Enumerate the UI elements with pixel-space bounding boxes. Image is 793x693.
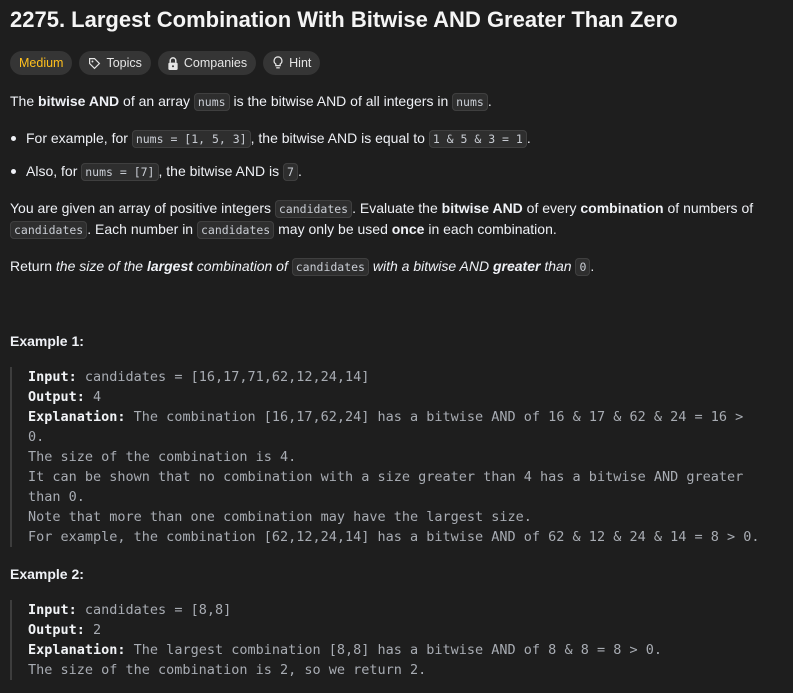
tag-icon [88, 57, 101, 70]
companies-label: Companies [183, 56, 248, 70]
italic-text: combination of [192, 258, 292, 274]
description-paragraph-cont: candidates. Each number in candidates ma… [10, 219, 557, 241]
text: may only be used [274, 221, 392, 237]
inline-code: 0 [575, 258, 591, 276]
description-paragraph: The bitwise AND of an array nums is the … [10, 91, 492, 113]
italic-text: with a bitwise AND [369, 258, 493, 274]
inline-code: nums [452, 93, 488, 111]
companies-button[interactable]: Companies [157, 51, 257, 75]
example-block: Input: candidates = [8,8] Output: 2 Expl… [10, 600, 662, 680]
explanation-text: The largest combination [8,8] has a bitw… [125, 642, 662, 658]
inline-code: 1 & 5 & 3 = 1 [428, 130, 527, 148]
inline-code: nums = [1, 5, 3] [131, 130, 251, 148]
explanation-label: Explanation: [28, 642, 126, 658]
text: is the bitwise AND of all integers in [229, 93, 453, 109]
explanation-text: than 0. [28, 489, 85, 505]
text: . [590, 258, 595, 274]
example-input-line: Input: candidates = [16,17,71,62,12,24,1… [28, 367, 760, 387]
output-value: 2 [84, 622, 102, 638]
lightbulb-icon [272, 56, 284, 70]
italic-text: the size of the [55, 258, 147, 274]
example-explanation-line: Explanation: The combination [16,17,62,2… [28, 407, 760, 427]
description-paragraph: Return the size of the largest combinati… [10, 256, 594, 278]
text: in each combination. [424, 221, 557, 237]
output-value: 4 [84, 389, 102, 405]
inline-code: candidates [196, 221, 275, 239]
problem-title: 2275. Largest Combination With Bitwise A… [10, 7, 678, 32]
text: The [10, 93, 39, 109]
text: For example, for [26, 130, 132, 146]
example-title: Example 1: [10, 333, 84, 349]
bullet-item: For example, for nums = [1, 5, 3], the b… [26, 128, 531, 150]
explanation-text: The size of the combination is 4. [28, 449, 297, 465]
example-output-line: Output: 4 [28, 387, 760, 407]
tag-bar: Medium Topics Companies Hint [10, 51, 321, 75]
explanation-text: 0. [28, 429, 45, 445]
example-block: Input: candidates = [16,17,71,62,12,24,1… [10, 367, 760, 547]
output-label: Output: [28, 622, 85, 638]
input-label: Input: [28, 369, 77, 385]
text: of every [522, 200, 581, 216]
bold-italic-term: greater [492, 258, 541, 274]
explanation-text: The combination [16,17,62,24] has a bitw… [125, 409, 744, 425]
text: . [297, 163, 302, 179]
explanation-text: The size of the combination is 2, so we … [28, 662, 427, 678]
input-label: Input: [28, 602, 77, 618]
hint-button[interactable]: Hint [263, 51, 321, 75]
italic-text: than [540, 258, 576, 274]
text: of numbers of [663, 200, 754, 216]
explanation-text: Note that more than one combination may … [28, 509, 532, 525]
bold-term: bitwise AND [38, 93, 120, 109]
lock-icon [167, 56, 179, 70]
example-title: Example 2: [10, 566, 84, 582]
hint-label: Hint [289, 56, 312, 70]
output-label: Output: [28, 389, 85, 405]
bold-italic-term: largest [146, 258, 193, 274]
example-explanation-line: Explanation: The largest combination [8,… [28, 640, 662, 660]
text: Return [10, 258, 56, 274]
difficulty-badge[interactable]: Medium [10, 51, 73, 75]
explanation-label: Explanation: [28, 409, 126, 425]
description-paragraph: You are given an array of positive integ… [10, 198, 753, 220]
text: . Each number in [87, 221, 197, 237]
inline-code: candidates [10, 221, 88, 239]
inline-code: 7 [283, 163, 298, 181]
bold-term: bitwise AND [441, 200, 523, 216]
bold-term: once [391, 221, 425, 237]
explanation-text: It can be shown that no combination with… [28, 469, 744, 485]
text: , the bitwise AND is [158, 163, 283, 179]
topics-button[interactable]: Topics [79, 51, 151, 75]
topics-label: Topics [106, 56, 142, 70]
bullet-dot [11, 136, 16, 141]
text: . [487, 93, 492, 109]
inline-code: nums = [7] [81, 163, 159, 181]
text: of an array [119, 93, 194, 109]
difficulty-label: Medium [19, 56, 64, 70]
text: . [526, 130, 531, 146]
input-value: candidates = [16,17,71,62,12,24,14] [76, 369, 370, 385]
example-input-line: Input: candidates = [8,8] [28, 600, 662, 620]
inline-code: candidates [274, 200, 353, 218]
example-output-line: Output: 2 [28, 620, 662, 640]
text: Also, for [26, 163, 82, 179]
inline-code: candidates [291, 258, 369, 276]
text: You are given an array of positive integ… [10, 200, 275, 216]
input-value: candidates = [8,8] [76, 602, 232, 618]
text: . Evaluate the [352, 200, 442, 216]
text: , the bitwise AND is equal to [250, 130, 429, 146]
bullet-dot [11, 169, 16, 174]
bold-term: combination [580, 200, 664, 216]
inline-code: nums [193, 93, 230, 111]
bullet-item: Also, for nums = [7], the bitwise AND is… [26, 161, 302, 183]
explanation-text: For example, the combination [62,12,24,1… [28, 529, 760, 545]
